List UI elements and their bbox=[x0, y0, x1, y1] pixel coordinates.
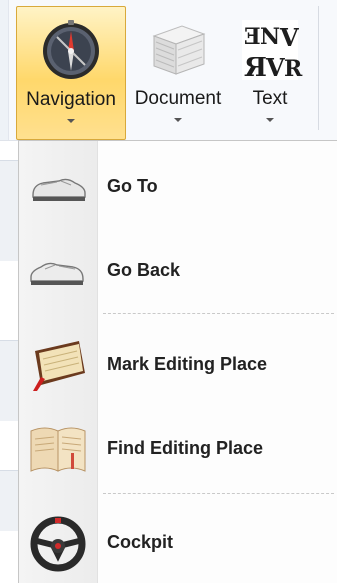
chevron-down-icon bbox=[67, 119, 75, 123]
svg-text:R: R bbox=[284, 56, 303, 82]
menu-item-label: Mark Editing Place bbox=[107, 354, 268, 374]
ribbon: Navigation Document Ǝ N V Я V R Text bbox=[0, 0, 337, 141]
text-button[interactable]: Ǝ N V Я V R Text bbox=[232, 6, 308, 138]
menu-item-go-back[interactable]: Go Back bbox=[19, 235, 337, 305]
navigation-button[interactable]: Navigation bbox=[16, 6, 126, 140]
ribbon-separator bbox=[318, 6, 319, 130]
book-bookmark-icon bbox=[33, 341, 85, 391]
menu-item-label: Go To bbox=[107, 176, 158, 196]
chevron-down-icon bbox=[174, 118, 182, 122]
menu-item-label: Go Back bbox=[107, 260, 181, 280]
steering-wheel-icon bbox=[30, 516, 86, 572]
menu-item-label: Find Editing Place bbox=[107, 438, 264, 458]
chevron-down-icon bbox=[266, 118, 274, 122]
menu-item-cockpit[interactable]: Cockpit bbox=[19, 507, 337, 577]
navigation-button-label: Navigation bbox=[26, 89, 116, 110]
document-button-label: Document bbox=[134, 88, 222, 109]
svg-text:N: N bbox=[260, 24, 280, 50]
menu-item-find-editing-place[interactable]: Find Editing Place bbox=[19, 413, 337, 483]
open-book-icon bbox=[30, 427, 86, 472]
menu-separator bbox=[103, 313, 334, 314]
background-panel bbox=[0, 340, 18, 421]
background-panel bbox=[0, 160, 18, 261]
text-letters-icon: Ǝ N V Я V R bbox=[242, 20, 303, 83]
svg-text:V: V bbox=[265, 53, 285, 82]
document-stack-icon bbox=[152, 25, 206, 75]
shoe-back-icon bbox=[30, 262, 84, 285]
background-panel bbox=[0, 470, 18, 531]
shoe-icon bbox=[32, 178, 86, 201]
ribbon-left-edge bbox=[0, 0, 9, 140]
navigation-dropdown-menu: Go To Go Back Mark Editing Place Find Ed… bbox=[18, 140, 337, 583]
menu-item-go-to[interactable]: Go To bbox=[19, 151, 337, 221]
menu-item-label: Cockpit bbox=[107, 532, 174, 552]
svg-text:V: V bbox=[279, 23, 299, 52]
menu-separator bbox=[103, 493, 334, 494]
menu-item-mark-editing-place[interactable]: Mark Editing Place bbox=[19, 329, 337, 399]
svg-text:Ǝ: Ǝ bbox=[244, 24, 261, 50]
text-button-label: Text bbox=[252, 88, 288, 109]
compass-icon bbox=[43, 20, 99, 79]
svg-text:Я: Я bbox=[244, 53, 267, 83]
document-button[interactable]: Document bbox=[128, 6, 228, 138]
